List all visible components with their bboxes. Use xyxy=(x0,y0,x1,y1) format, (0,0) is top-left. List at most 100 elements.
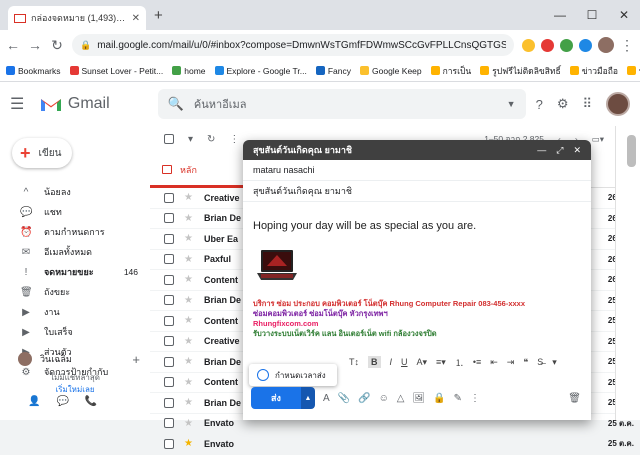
back-icon[interactable]: ← xyxy=(6,37,20,53)
expand-compose-icon[interactable]: ⤢ xyxy=(556,145,563,156)
row-checkbox[interactable] xyxy=(164,295,174,306)
text-color-icon[interactable]: A▾ xyxy=(417,357,428,368)
bookmark-item[interactable]: Sunset Lover - Petit... xyxy=(69,66,163,76)
row-checkbox[interactable] xyxy=(164,254,174,265)
row-checkbox[interactable] xyxy=(164,315,174,326)
bookmark-item[interactable]: บุ๊กมาร์กอื่นๆ xyxy=(627,64,640,78)
account-avatar[interactable] xyxy=(606,92,630,116)
person-icon[interactable]: 👤 xyxy=(28,396,40,407)
close-window-button[interactable]: ✕ xyxy=(608,0,640,30)
compose-header[interactable]: สุขสันต์วันเกิดคุณ ยามาชิ — ⤢ ✕ xyxy=(243,140,591,160)
reload-icon[interactable]: ↻ xyxy=(50,37,64,54)
more-format-icon[interactable]: ▾ xyxy=(552,357,557,368)
minimize-compose-icon[interactable]: — xyxy=(537,145,546,156)
indent-more-icon[interactable]: ⇥ xyxy=(507,357,515,368)
star-icon[interactable]: ★ xyxy=(184,254,194,265)
gmail-search-bar[interactable]: 🔍 ค้นหาอีเมล ▼ xyxy=(157,89,526,119)
insert-link-icon[interactable]: 🔗 xyxy=(358,393,370,404)
input-tools-icon[interactable]: ▭▾ xyxy=(592,134,604,145)
row-checkbox[interactable] xyxy=(164,336,174,347)
emoji-icon[interactable]: ☺ xyxy=(379,393,389,404)
select-all-checkbox[interactable] xyxy=(164,134,174,144)
search-options-icon[interactable]: ▼ xyxy=(507,99,516,109)
bookmark-item[interactable]: Fancy xyxy=(315,66,351,76)
row-checkbox[interactable] xyxy=(164,213,174,224)
bookmark-item[interactable]: ข่าวมือถือ xyxy=(569,64,618,78)
row-checkbox[interactable] xyxy=(164,397,174,408)
sidebar-item[interactable]: 💬 แชท xyxy=(0,202,150,222)
menu-dots-icon[interactable]: ⋮ xyxy=(620,37,634,54)
schedule-send-option[interactable]: กำหนดเวลาส่ง xyxy=(249,364,337,386)
address-bar[interactable]: 🔒 mail.google.com/mail/u/0/#inbox?compos… xyxy=(72,34,514,56)
star-icon[interactable]: ★ xyxy=(184,295,194,306)
main-menu-icon[interactable]: ☰ xyxy=(10,94,30,114)
google-drive-icon[interactable]: △ xyxy=(397,393,405,404)
gmail-logo[interactable]: Gmail xyxy=(40,95,110,113)
row-checkbox[interactable] xyxy=(164,438,174,449)
insert-photo-icon[interactable]: 🖼 xyxy=(413,393,426,404)
formatting-options-icon[interactable]: A xyxy=(323,393,330,404)
start-new-link[interactable]: เริ่มใหม่เลย xyxy=(0,384,150,396)
bold-icon[interactable]: B xyxy=(368,356,381,368)
new-tab-button[interactable]: + xyxy=(154,7,163,24)
indent-less-icon[interactable]: ⇤ xyxy=(490,357,498,368)
email-row[interactable]: ★ Envato 25 ต.ค. xyxy=(150,434,640,455)
search-icon[interactable]: 🔍 xyxy=(168,96,184,112)
numbered-list-icon[interactable]: ⒈ xyxy=(455,356,464,369)
bookmark-item[interactable]: การเป็น xyxy=(430,64,471,78)
attach-file-icon[interactable]: 📎 xyxy=(338,393,350,404)
star-icon[interactable]: ★ xyxy=(184,356,194,367)
close-compose-icon[interactable]: ✕ xyxy=(573,145,581,156)
bookmark-item[interactable]: home xyxy=(172,66,206,76)
bulleted-list-icon[interactable]: •≡ xyxy=(473,357,481,367)
confidential-mode-icon[interactable]: 🔒 xyxy=(433,393,445,404)
more-options-icon[interactable]: ⋮ xyxy=(470,393,480,404)
strikethrough-icon[interactable]: S̶ xyxy=(537,357,543,367)
browser-tab-gmail[interactable]: กล่องจดหมาย (1,493) - appdoder ✕ xyxy=(8,6,146,30)
discard-draft-icon[interactable]: 🗑 xyxy=(568,393,581,404)
star-icon[interactable]: ★ xyxy=(184,397,194,408)
sidebar-item[interactable]: ^ น้อยลง xyxy=(0,182,150,202)
refresh-icon[interactable]: ↻ xyxy=(207,134,215,145)
extension-icon[interactable] xyxy=(560,38,573,52)
extension-icon[interactable] xyxy=(541,38,554,52)
italic-icon[interactable]: I xyxy=(390,357,393,367)
star-icon[interactable]: ★ xyxy=(184,418,194,429)
sidebar-item[interactable]: ✉ อีเมลทั้งหมด xyxy=(0,242,150,262)
star-icon[interactable]: ★ xyxy=(184,336,194,347)
compose-button[interactable]: + เขียน xyxy=(12,138,72,168)
select-dropdown-icon[interactable]: ▾ xyxy=(188,134,193,145)
row-checkbox[interactable] xyxy=(164,377,174,388)
align-icon[interactable]: ≡▾ xyxy=(436,357,446,368)
phone-icon[interactable]: 📞 xyxy=(85,396,97,407)
star-icon[interactable]: ★ xyxy=(184,192,194,203)
star-icon[interactable]: ★ xyxy=(184,438,194,449)
send-options-button[interactable]: ▲ xyxy=(301,387,315,409)
bookmark-item[interactable]: Google Keep xyxy=(360,66,422,76)
star-icon[interactable]: ★ xyxy=(184,233,194,244)
subject-field[interactable]: สุขสันต์วันเกิดคุณ ยามาชิ xyxy=(243,181,591,202)
sidebar-item[interactable]: ! จดหมายขยะ 146 xyxy=(0,262,150,282)
row-checkbox[interactable] xyxy=(164,192,174,203)
extension-icon[interactable] xyxy=(579,38,592,52)
row-checkbox[interactable] xyxy=(164,233,174,244)
settings-icon[interactable]: ⚙ xyxy=(557,96,569,112)
row-checkbox[interactable] xyxy=(164,356,174,367)
signature-link[interactable]: Rhungfixcom.com xyxy=(253,319,583,329)
star-icon[interactable]: ★ xyxy=(184,213,194,224)
hangouts-user[interactable]: วินเฉลิม xyxy=(40,352,72,366)
underline-icon[interactable]: U xyxy=(401,357,408,367)
sidebar-item[interactable]: ▶ งาน xyxy=(0,302,150,322)
signature-icon[interactable]: ✎ xyxy=(454,393,462,404)
star-icon[interactable]: ★ xyxy=(184,315,194,326)
bookmark-star-icon[interactable] xyxy=(522,38,535,52)
star-icon[interactable]: ★ xyxy=(184,377,194,388)
font-size-icon[interactable]: T↕ xyxy=(349,357,359,367)
search-input[interactable]: ค้นหาอีเมล xyxy=(194,95,497,113)
sidebar-item[interactable]: ⏰ ตามกำหนดการ xyxy=(0,222,150,242)
bookmark-item[interactable]: Explore - Google Tr... xyxy=(214,66,307,76)
chat-bubble-icon[interactable]: 💬 xyxy=(56,396,68,407)
forward-icon[interactable]: → xyxy=(28,37,42,53)
scrollbar[interactable] xyxy=(627,135,636,167)
bookmark-item[interactable]: Bookmarks xyxy=(6,66,61,76)
